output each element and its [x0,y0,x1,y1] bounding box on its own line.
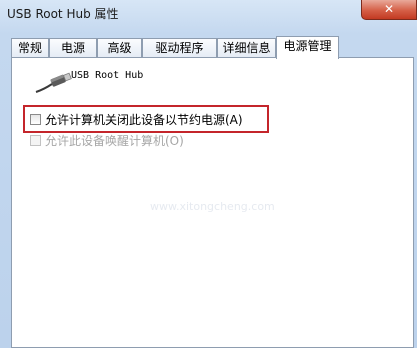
usb-cable-icon [35,72,72,93]
allow-power-off-label[interactable]: 允许计算机关闭此设备以节约电源(A) [45,111,243,128]
close-button[interactable]: ✕ [361,0,417,20]
window-title: USB Root Hub 属性 [7,7,119,21]
allow-wake-label: 允许此设备唤醒计算机(O) [45,133,184,148]
watermark-text: www.xitongcheng.com [150,200,275,213]
tab-advanced[interactable]: 高级 [97,38,142,57]
allow-power-off-option[interactable]: 允许计算机关闭此设备以节约电源(A) [30,111,243,127]
tab-general[interactable]: 常规 [11,38,49,57]
properties-dialog: USB Root Hub 属性 ✕ 常规 电源 高级 驱动程序 详细信息 电源管… [0,0,417,348]
tab-details[interactable]: 详细信息 [217,38,276,57]
tab-power-management[interactable]: 电源管理 [276,36,339,59]
tab-driver[interactable]: 驱动程序 [142,38,217,57]
title-bar[interactable]: USB Root Hub 属性 ✕ [0,0,417,30]
allow-wake-option: 允许此设备唤醒计算机(O) [30,132,184,148]
close-icon: ✕ [383,2,395,16]
allow-wake-checkbox [30,134,41,146]
tab-power[interactable]: 电源 [49,38,97,57]
power-management-panel: USB Root Hub 允许计算机关闭此设备以节约电源(A) 允许此设备唤醒计… [11,57,414,348]
device-name: USB Root Hub [71,70,144,81]
allow-power-off-checkbox[interactable] [30,113,41,125]
